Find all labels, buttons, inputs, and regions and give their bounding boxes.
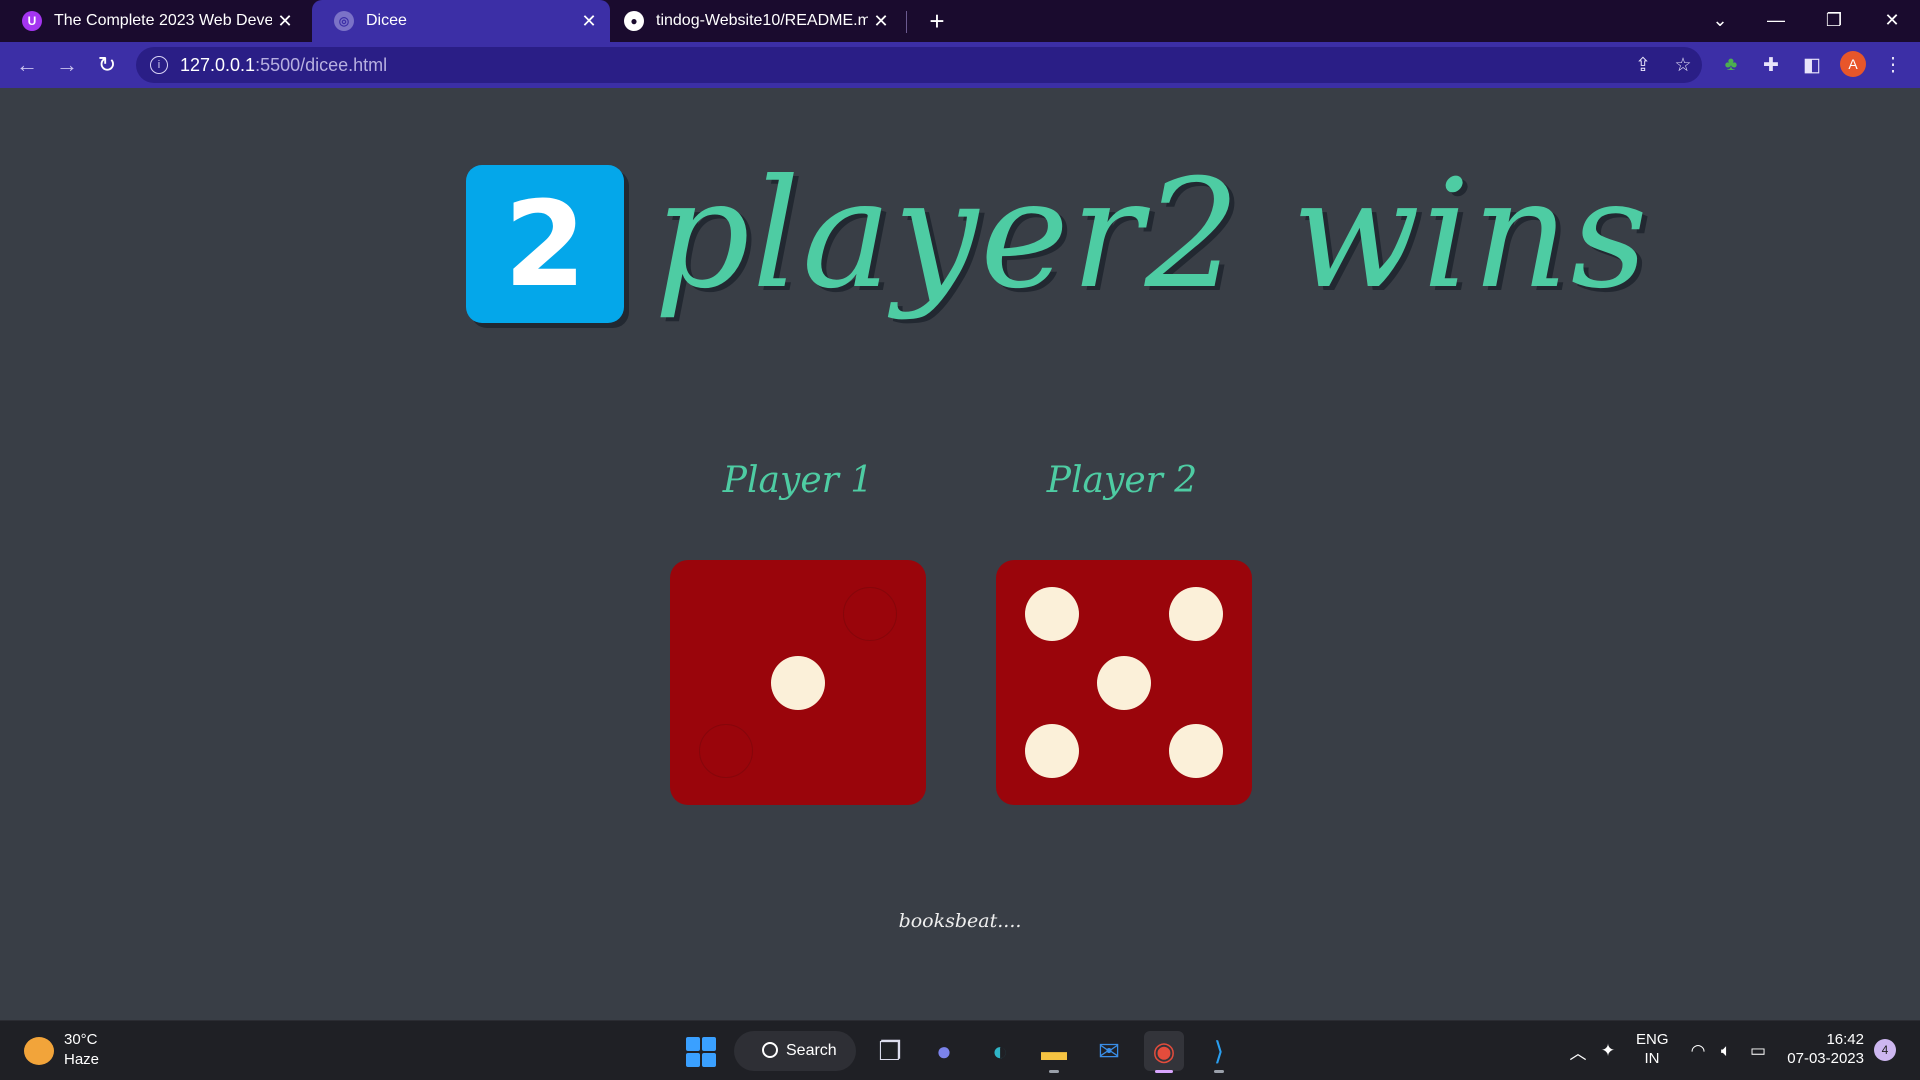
menu-kebab-icon[interactable]: ⋮ bbox=[1878, 50, 1908, 80]
search-icon bbox=[762, 1042, 778, 1058]
udemy-icon: U bbox=[22, 11, 42, 31]
die-pip-ghost bbox=[842, 586, 897, 641]
clock-time: 16:42 bbox=[1826, 1031, 1864, 1048]
vscode-icon[interactable]: ⟩ bbox=[1199, 1031, 1239, 1073]
clock-date: 07-03-2023 bbox=[1787, 1050, 1864, 1067]
minimize-button[interactable]: — bbox=[1748, 0, 1804, 40]
search-label: Search bbox=[786, 1042, 837, 1059]
url-host: 127.0.0.1 bbox=[180, 54, 256, 75]
weather-description[interactable]: Haze bbox=[64, 1051, 99, 1068]
globe-icon: ◎ bbox=[334, 11, 354, 31]
extensions-puzzle-icon[interactable]: ✚ bbox=[1756, 50, 1786, 80]
forward-button[interactable]: → bbox=[52, 50, 82, 80]
die-pip bbox=[1168, 586, 1223, 641]
footer-text: booksbeat.... bbox=[898, 910, 1022, 932]
task-view-icon[interactable]: ❐ bbox=[870, 1031, 910, 1071]
taskbar-search[interactable]: Search bbox=[734, 1031, 856, 1071]
tab-udemy[interactable]: U The Complete 2023 Web Development Boot… bbox=[0, 0, 306, 42]
close-icon[interactable]: ✕ bbox=[868, 8, 894, 34]
side-panel-icon[interactable]: ◧ bbox=[1797, 50, 1827, 80]
die-pip bbox=[1025, 586, 1080, 641]
address-bar[interactable]: i 127.0.0.1:5500/dicee.html bbox=[136, 47, 1702, 83]
url-path: :5500/dicee.html bbox=[255, 54, 388, 75]
winner-number-badge: 2 bbox=[466, 165, 624, 323]
die-pip bbox=[1025, 724, 1080, 779]
github-icon: ● bbox=[624, 11, 644, 31]
site-info-icon[interactable]: i bbox=[150, 56, 168, 74]
weather-haze-icon[interactable] bbox=[24, 1037, 54, 1065]
windows-start-icon[interactable] bbox=[686, 1037, 716, 1067]
dropbox-tray-icon[interactable]: ✦ bbox=[1598, 1041, 1618, 1061]
running-indicator bbox=[1214, 1070, 1224, 1073]
tab-title: Dicee bbox=[366, 12, 407, 29]
bookmark-star-icon[interactable]: ☆ bbox=[1668, 50, 1698, 80]
teams-icon[interactable]: ● bbox=[924, 1031, 964, 1071]
chrome-icon[interactable]: ◉ bbox=[1144, 1031, 1184, 1073]
wifi-icon[interactable]: ◠ bbox=[1688, 1041, 1708, 1061]
notification-count-badge[interactable]: 4 bbox=[1874, 1039, 1896, 1061]
reload-button[interactable]: ↻ bbox=[92, 50, 122, 80]
tab-dicee[interactable]: ◎ Dicee ✕ bbox=[312, 0, 610, 42]
result-heading: 2 player2 wins bbox=[466, 148, 1648, 390]
profile-avatar[interactable]: A bbox=[1840, 51, 1866, 77]
player-1-label: Player 1 bbox=[722, 460, 874, 501]
close-window-button[interactable]: ✕ bbox=[1864, 0, 1920, 40]
player-2-die bbox=[996, 560, 1252, 805]
edge-icon[interactable]: ◐ bbox=[980, 1031, 1020, 1071]
back-button[interactable]: ← bbox=[12, 50, 42, 80]
die-pip bbox=[771, 655, 825, 710]
volume-icon[interactable]: 🔈︎ bbox=[1716, 1041, 1736, 1061]
running-indicator bbox=[1049, 1070, 1059, 1073]
die-pip bbox=[1097, 655, 1151, 710]
weather-temperature[interactable]: 30°C bbox=[64, 1031, 98, 1048]
die-pip bbox=[1168, 724, 1223, 779]
language-code: ENG bbox=[1636, 1031, 1669, 1048]
player-1-die bbox=[670, 560, 926, 805]
file-explorer-icon[interactable]: ▬ bbox=[1034, 1031, 1074, 1073]
die-pip-ghost bbox=[699, 724, 754, 779]
tab-separator bbox=[906, 11, 907, 33]
tab-strip: U The Complete 2023 Web Development Boot… bbox=[0, 0, 1920, 42]
mail-icon[interactable]: ✉ bbox=[1089, 1031, 1129, 1071]
player-2-label: Player 2 bbox=[1046, 460, 1198, 501]
language-region: IN bbox=[1644, 1050, 1660, 1067]
tab-title: tindog-Website10/README.md at main bbox=[656, 12, 868, 29]
close-icon[interactable]: ✕ bbox=[576, 8, 602, 34]
tab-github[interactable]: ● tindog-Website10/README.md at main ✕ bbox=[602, 0, 902, 42]
browser-toolbar: ← → ↻ i 127.0.0.1:5500/dicee.html ⇪ ☆ ♣ … bbox=[0, 42, 1920, 88]
clock[interactable]: 16:42 07-03-2023 bbox=[1780, 1031, 1864, 1067]
close-icon[interactable]: ✕ bbox=[272, 8, 298, 34]
language-indicator[interactable]: ENG IN bbox=[1636, 1031, 1669, 1067]
extension-tree-icon[interactable]: ♣ bbox=[1716, 50, 1746, 80]
battery-icon[interactable]: ▭ bbox=[1748, 1041, 1768, 1061]
tab-search-icon[interactable]: ⌄ bbox=[1692, 0, 1748, 40]
running-indicator bbox=[1155, 1070, 1173, 1073]
restore-button[interactable]: ❐ bbox=[1806, 0, 1862, 40]
taskbar: 30°C Haze Search ❐ ● ◐ ▬ ✉ ◉ ⟩ ︿ ✦ ENG I… bbox=[0, 1020, 1920, 1080]
new-tab-button[interactable]: + bbox=[922, 6, 952, 36]
show-hidden-icons-chevron-icon[interactable]: ︿ bbox=[1568, 1041, 1588, 1063]
winner-text: player2 wins bbox=[654, 148, 1650, 322]
share-icon[interactable]: ⇪ bbox=[1628, 50, 1658, 80]
tab-title: The Complete 2023 Web Development Bootca… bbox=[54, 12, 272, 29]
